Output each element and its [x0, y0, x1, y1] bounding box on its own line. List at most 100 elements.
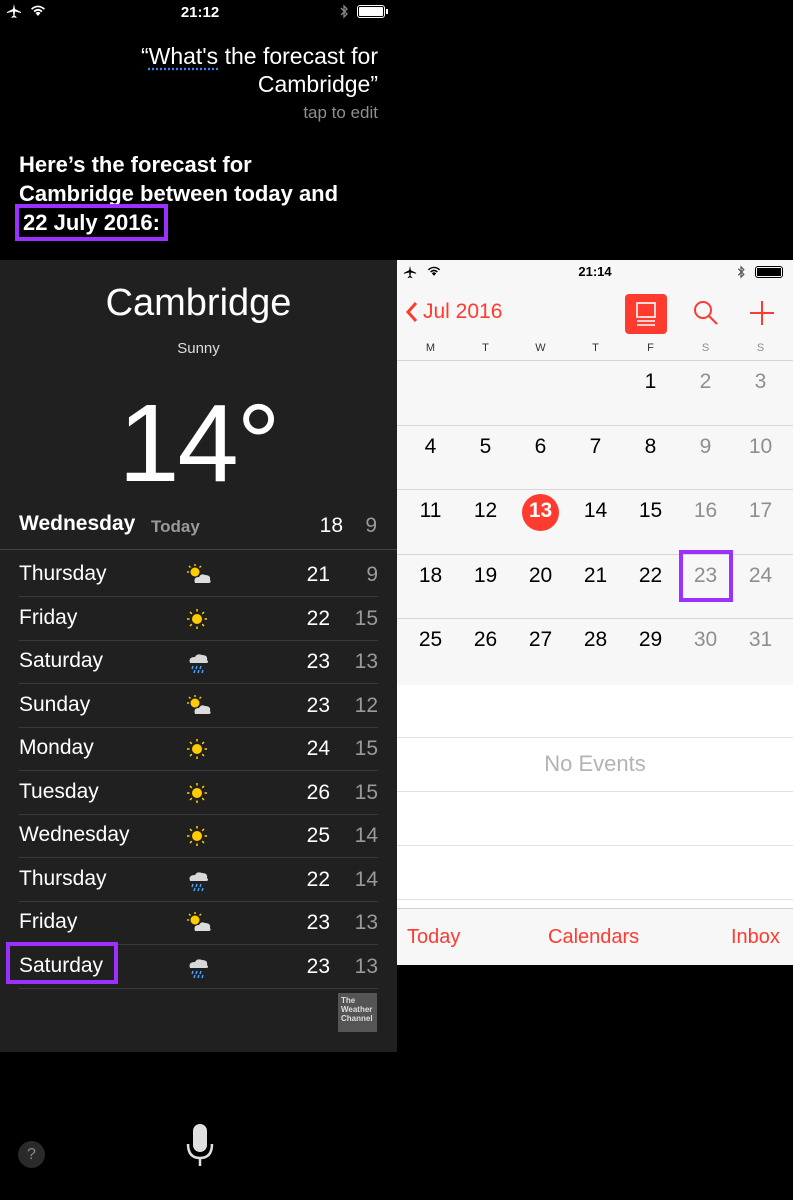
forecast-day: Saturday: [19, 649, 104, 672]
forecast-high: 23: [306, 650, 330, 673]
calendar-day[interactable]: 28: [568, 628, 623, 652]
inbox-tab[interactable]: Inbox: [731, 926, 780, 949]
help-button[interactable]: ?: [18, 1141, 45, 1168]
list-view-button[interactable]: [625, 294, 667, 334]
forecast-high: 22: [306, 867, 330, 891]
calendar-status-bar: 21:14: [397, 264, 793, 280]
calendar-day[interactable]: 26: [458, 628, 513, 652]
month-label: Jul 2016: [423, 300, 503, 323]
sun-icon: [185, 781, 213, 805]
calendar-day[interactable]: 14: [568, 499, 623, 523]
calendar-day[interactable]: 16: [678, 499, 733, 523]
list-icon: [636, 302, 656, 326]
forecast-row: Tuesday 26 15: [19, 771, 378, 815]
today-low: 9: [365, 514, 377, 537]
divider: [397, 845, 793, 846]
forecast-low: 9: [366, 563, 378, 586]
weekday-label: S: [701, 342, 710, 354]
partly-sunny-icon: [185, 694, 213, 718]
forecast-high: 22: [306, 606, 330, 630]
tap-to-edit[interactable]: tap to edit: [303, 103, 378, 123]
rain-icon: [185, 955, 213, 979]
microphone-icon[interactable]: [185, 1122, 215, 1170]
calendar-day[interactable]: 10: [733, 435, 788, 459]
calendar-day[interactable]: 31: [733, 628, 788, 652]
calendar-day[interactable]: 24: [733, 564, 788, 588]
partly-sunny-icon: [185, 563, 213, 587]
calendar-day[interactable]: 9: [678, 435, 733, 459]
calendar-day[interactable]: 4: [403, 435, 458, 459]
calendar-day[interactable]: 13: [513, 499, 568, 523]
calendar-day[interactable]: 27: [513, 628, 568, 652]
forecast-high: 23: [306, 693, 330, 717]
forecast-day: Friday: [19, 605, 78, 629]
weather-channel-logo[interactable]: The Weather Channel: [338, 993, 377, 1032]
forecast-high: 21: [306, 563, 330, 586]
back-month-button[interactable]: Jul 2016: [405, 300, 502, 324]
calendar-day[interactable]: 22: [623, 564, 678, 588]
forecast-row: Thursday 22 14: [19, 858, 378, 902]
calendar-day[interactable]: 21: [568, 564, 623, 588]
calendar-day[interactable]: 19: [458, 564, 513, 588]
weekday-label: T: [482, 342, 489, 354]
calendar-day[interactable]: 30: [678, 628, 733, 652]
siri-query[interactable]: “What's the forecast for Cambridge”: [38, 42, 378, 98]
forecast-low: 13: [354, 954, 378, 978]
forecast-low: 15: [354, 780, 378, 804]
forecast-day: Wednesday: [19, 823, 130, 846]
forecast-high: 24: [306, 737, 330, 760]
weather-temperature: 14°: [118, 382, 280, 505]
forecast-high: 23: [306, 954, 330, 978]
forecast-low: 15: [354, 606, 378, 630]
week-separator: [397, 618, 793, 619]
weekday-label: M: [425, 342, 436, 354]
bluetooth-icon: [737, 265, 745, 279]
weather-card[interactable]: Cambridge Sunny 14° Wednesday Today 18 9…: [0, 260, 397, 1052]
forecast-row: Friday 22 15: [19, 597, 378, 641]
calendar-day[interactable]: 18: [403, 564, 458, 588]
calendar-day[interactable]: 25: [403, 628, 458, 652]
today-tab[interactable]: Today: [407, 926, 460, 949]
forecast-low: 14: [354, 824, 378, 847]
calendar-status-time: 21:14: [578, 264, 612, 279]
add-event-icon[interactable]: [747, 298, 777, 328]
calendar-day[interactable]: 6: [513, 435, 568, 459]
calendar-day[interactable]: 20: [513, 564, 568, 588]
calendar-day[interactable]: 12: [458, 499, 513, 523]
weather-city: Cambridge: [105, 282, 292, 324]
calendar-day[interactable]: 1: [623, 370, 678, 394]
bluetooth-icon: [340, 4, 348, 19]
status-bar-right: [340, 4, 388, 19]
forecast-low: 15: [354, 737, 378, 760]
calendar-day[interactable]: 29: [623, 628, 678, 652]
search-icon[interactable]: [691, 298, 721, 328]
forecast-day: Thursday: [19, 562, 107, 585]
calendar-day[interactable]: 5: [458, 435, 513, 459]
calendar-day[interactable]: 15: [623, 499, 678, 523]
rain-icon: [185, 650, 213, 674]
weekday-label: T: [592, 342, 599, 354]
date-23-highlight: [679, 550, 733, 602]
calendar-day[interactable]: 2: [678, 370, 733, 394]
calendar-day[interactable]: 7: [568, 435, 623, 459]
siri-response: Here’s the forecast for Cambridge betwee…: [15, 150, 339, 241]
divider: [397, 791, 793, 792]
forecast-low: 13: [354, 911, 378, 934]
calendar-tab-bar: Today Calendars Inbox: [397, 908, 793, 965]
calendar-day[interactable]: 17: [733, 499, 788, 523]
forecast-low: 12: [354, 693, 378, 717]
weekday-label: F: [647, 342, 654, 354]
forecast-row: Wednesday 25 14: [19, 814, 378, 858]
forecast-row: Saturday 23 13: [19, 640, 378, 684]
forecast-row: Sunday 23 12: [19, 684, 378, 728]
divider: [397, 899, 793, 900]
calendars-tab[interactable]: Calendars: [548, 926, 639, 949]
calendar-day[interactable]: 11: [403, 499, 458, 523]
rain-icon: [185, 868, 213, 892]
calendar-day[interactable]: 8: [623, 435, 678, 459]
week-separator: [397, 489, 793, 490]
forecast-day: Sunday: [19, 692, 91, 716]
chevron-left-icon: [405, 302, 418, 322]
calendar-day[interactable]: 3: [733, 370, 788, 394]
forecast-row: Thursday 21 9: [19, 553, 378, 597]
